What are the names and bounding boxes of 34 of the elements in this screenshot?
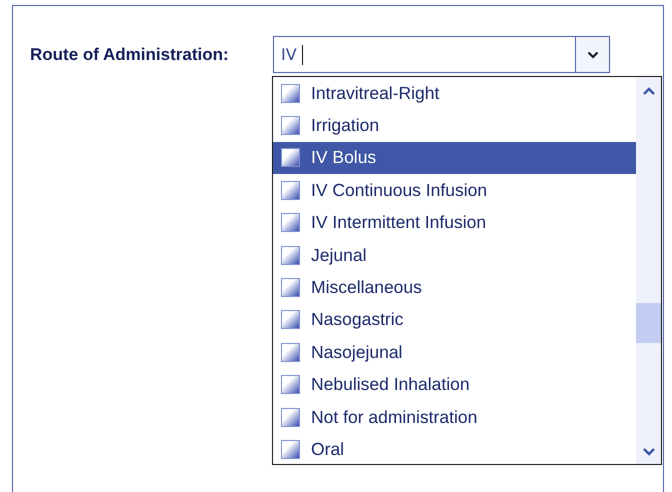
square-icon xyxy=(281,310,300,330)
list-option[interactable]: Nasogastric xyxy=(273,304,636,336)
square-icon xyxy=(281,342,300,362)
combobox-value: IV xyxy=(281,45,297,64)
square-icon xyxy=(281,116,300,136)
list-option[interactable]: IV Intermittent Infusion xyxy=(273,206,636,239)
route-combobox[interactable]: IV xyxy=(273,36,610,73)
dropdown-button[interactable] xyxy=(575,37,609,72)
list-option[interactable]: Nebulised Inhalation xyxy=(273,368,636,401)
list-option[interactable]: Intravitreal-Right xyxy=(273,77,636,110)
square-icon xyxy=(281,440,300,459)
text-cursor xyxy=(302,44,304,64)
square-icon xyxy=(281,180,300,200)
field-label: Route of Administration: xyxy=(30,45,230,65)
list-option[interactable]: Irrigation xyxy=(273,109,636,142)
square-icon xyxy=(281,408,300,427)
list-option[interactable]: Not for administration xyxy=(273,400,636,434)
list-option[interactable]: IV Continuous Infusion xyxy=(273,174,636,207)
list-option[interactable]: Nasojejunal xyxy=(273,336,636,369)
chevron-down-icon xyxy=(586,50,598,58)
scroll-down-icon[interactable] xyxy=(642,447,656,456)
scroll-up-icon[interactable] xyxy=(642,87,656,96)
square-icon xyxy=(281,278,300,298)
scrollbar-thumb[interactable] xyxy=(636,303,661,343)
list-option[interactable]: Oral xyxy=(273,433,636,466)
list-option[interactable]: Miscellaneous xyxy=(273,271,636,304)
list-option[interactable]: IV Bolus xyxy=(273,142,636,174)
square-icon xyxy=(281,375,300,394)
square-icon xyxy=(281,148,300,168)
square-icon xyxy=(281,84,300,103)
square-icon xyxy=(281,213,300,232)
square-icon xyxy=(281,246,300,265)
scrollbar[interactable] xyxy=(636,77,661,464)
list-option[interactable]: Jejunal xyxy=(273,238,636,272)
